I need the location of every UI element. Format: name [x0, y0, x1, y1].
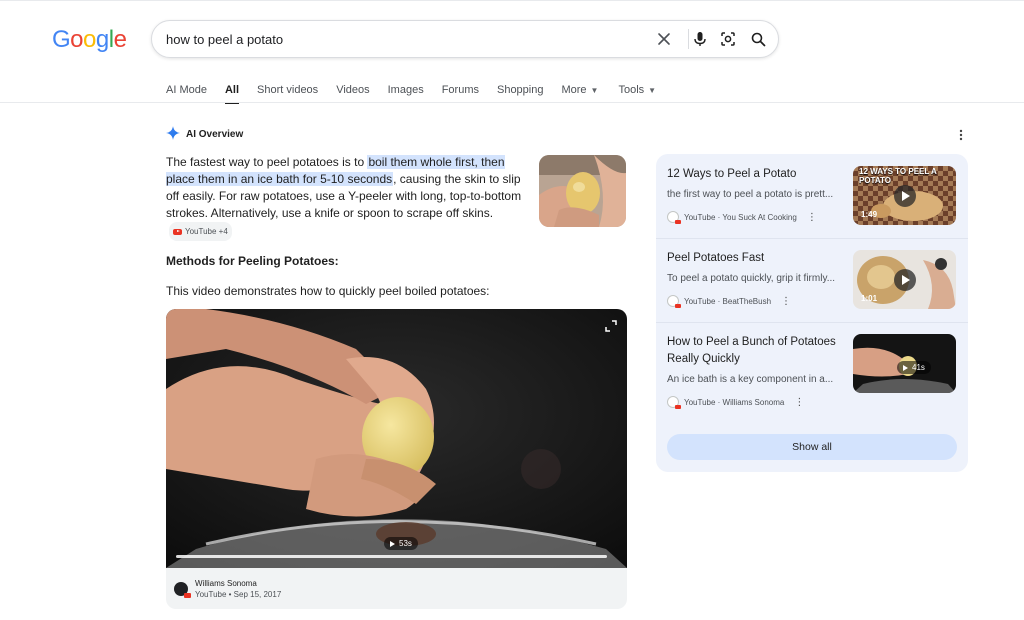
tab-videos[interactable]: Videos [336, 84, 369, 96]
more-options-icon[interactable]: ⋮ [794, 397, 804, 408]
play-icon [903, 364, 908, 371]
ai-answer-text: The fastest way to peel potatoes is to b… [166, 154, 530, 241]
show-all-button[interactable]: Show all [667, 434, 957, 460]
ai-sparkle-icon [166, 126, 180, 143]
video-card[interactable]: 53s Williams Sonoma YouTube • Sep 15, 20… [166, 309, 627, 609]
related-video-title[interactable]: 12 Ways to Peel a Potato [667, 166, 845, 183]
related-video-snippet: the first way to peel a potato is prett.… [667, 189, 834, 200]
related-video-title[interactable]: Peel Potatoes Fast [667, 250, 845, 267]
google-logo[interactable]: Google [52, 26, 127, 54]
search-divider [688, 29, 689, 49]
ai-overview-title: AI Overview [186, 129, 244, 140]
more-options-icon[interactable]: ⋮ [807, 212, 817, 223]
search-input[interactable] [166, 21, 626, 57]
youtube-favicon-icon [667, 396, 681, 409]
related-video-thumbnail[interactable]: 1:01 [853, 250, 956, 309]
more-options-icon[interactable]: ⋮ [781, 296, 791, 307]
top-divider [0, 0, 1024, 1]
source-chip[interactable]: YouTube +4 [169, 222, 232, 241]
video-progress-bar[interactable] [176, 555, 607, 558]
answer-pre: The fastest way to peel potatoes is to [166, 155, 368, 169]
tab-tools-label: Tools [618, 84, 645, 96]
related-video-snippet: An ice bath is a key component in a... [667, 374, 834, 385]
source-chip-label: YouTube +4 [185, 227, 228, 236]
thumbnail-overlay-text: 12 WAYS TO PEEL A POTATO [859, 167, 937, 185]
camera-lens-icon[interactable] [718, 29, 738, 49]
tab-ai-mode[interactable]: AI Mode [166, 84, 207, 96]
related-video-thumbnail[interactable]: 41s [853, 334, 956, 393]
youtube-favicon-icon [667, 295, 681, 308]
related-video-source: YouTube · Williams Sonoma ⋮ [667, 396, 804, 409]
tab-short-videos[interactable]: Short videos [257, 84, 318, 96]
more-options-icon[interactable] [955, 128, 967, 142]
tab-more[interactable]: More ▼ [561, 84, 598, 96]
expand-icon[interactable] [605, 319, 617, 332]
related-video-duration-badge: 41s [897, 361, 931, 374]
close-icon[interactable] [654, 29, 674, 49]
tab-images[interactable]: Images [388, 84, 424, 96]
tab-shopping[interactable]: Shopping [497, 84, 544, 96]
related-video-thumbnail[interactable]: 12 WAYS TO PEEL A POTATO 1:49 [853, 166, 956, 225]
chevron-down-icon: ▼ [648, 86, 657, 95]
channel-avatar [174, 582, 191, 598]
tab-more-label: More [561, 84, 587, 96]
ai-overview-header: AI Overview [166, 126, 243, 143]
related-video-duration: 41s [912, 363, 925, 372]
tabs-divider [0, 102, 1024, 103]
related-video-duration: 1:49 [861, 210, 878, 219]
answer-thumbnail[interactable] [539, 155, 626, 227]
related-video-title[interactable]: How to Peel a Bunch of Potatoes Really Q… [667, 334, 845, 368]
search-icon[interactable] [748, 29, 768, 49]
related-video-source: YouTube · You Suck At Cooking ⋮ [667, 211, 817, 224]
youtube-icon [173, 228, 182, 235]
tab-forums[interactable]: Forums [442, 84, 479, 96]
tab-tools[interactable]: Tools ▼ [618, 84, 656, 96]
video-channel[interactable]: Williams Sonoma [195, 578, 281, 589]
microphone-icon[interactable] [690, 29, 710, 49]
video-source-date: YouTube • Sep 15, 2017 [195, 590, 282, 599]
youtube-favicon-icon [667, 211, 681, 224]
youtube-icon [184, 593, 191, 598]
video-duration-badge: 53s [384, 537, 418, 550]
related-video-card[interactable]: Peel Potatoes Fast To peel a potato quic… [656, 238, 968, 322]
search-box [151, 20, 779, 58]
related-video-snippet: To peel a potato quickly, grip it firmly… [667, 273, 836, 284]
tab-all[interactable]: All [224, 84, 240, 104]
search-tabs: AI Mode All Short videos Videos Images F… [166, 80, 674, 104]
related-video-source: YouTube · BeatTheBush ⋮ [667, 295, 791, 308]
video-intro-text: This video demonstrates how to quickly p… [166, 284, 490, 298]
related-video-source-label: YouTube · Williams Sonoma [684, 397, 785, 407]
related-video-card[interactable]: 12 Ways to Peel a Potato the first way t… [656, 154, 968, 238]
play-icon[interactable] [894, 185, 916, 207]
related-video-duration: 1:01 [861, 294, 878, 303]
video-player[interactable]: 53s [166, 309, 627, 568]
chevron-down-icon: ▼ [590, 86, 599, 95]
play-icon [390, 540, 395, 547]
methods-heading: Methods for Peeling Potatoes: [166, 254, 339, 268]
related-video-source-label: YouTube · You Suck At Cooking [684, 212, 797, 222]
related-video-source-label: YouTube · BeatTheBush [684, 296, 772, 306]
play-icon[interactable] [894, 269, 916, 291]
video-duration: 53s [399, 539, 412, 548]
related-videos-panel: 12 Ways to Peel a Potato the first way t… [656, 154, 968, 472]
related-video-card[interactable]: How to Peel a Bunch of Potatoes Really Q… [656, 322, 968, 422]
video-meta: Williams Sonoma YouTube • Sep 15, 2017 [174, 578, 281, 600]
